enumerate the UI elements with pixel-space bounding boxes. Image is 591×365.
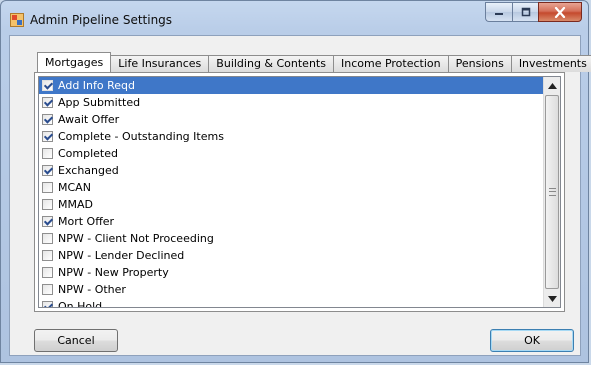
list-item[interactable]: NPW - Other: [39, 281, 545, 298]
item-checkbox[interactable]: [42, 233, 53, 244]
item-checkbox[interactable]: [42, 267, 53, 278]
list-item[interactable]: On Hold: [39, 298, 545, 308]
close-icon: [554, 6, 566, 18]
item-label: Completed: [58, 147, 118, 160]
list-item[interactable]: Await Offer: [39, 111, 545, 128]
pipeline-status-checklist[interactable]: Add Info Reqd App Submitted Await Offer Com…: [38, 76, 561, 308]
cancel-button[interactable]: Cancel: [34, 329, 118, 352]
tab-investments[interactable]: Investments: [510, 55, 591, 72]
tab-building-contents[interactable]: Building & Contents: [208, 55, 334, 72]
item-label: App Submitted: [58, 96, 141, 109]
list-item[interactable]: MMAD: [39, 196, 545, 213]
scroll-thumb-grip-icon: [548, 188, 556, 196]
scroll-up-button[interactable]: [545, 77, 560, 94]
item-checkbox[interactable]: [42, 80, 53, 91]
vertical-scrollbar[interactable]: [543, 77, 560, 307]
tab-income-protection[interactable]: Income Protection: [332, 55, 449, 72]
list-item[interactable]: NPW - Client Not Proceeding: [39, 230, 545, 247]
dialog-client-area: Mortgages Life Insurances Building & Con…: [9, 35, 591, 356]
list-item[interactable]: Completed: [39, 145, 545, 162]
list-item[interactable]: NPW - New Property: [39, 264, 545, 281]
item-checkbox[interactable]: [42, 216, 53, 227]
item-checkbox[interactable]: [42, 165, 53, 176]
minimize-icon: [495, 13, 503, 15]
list-item[interactable]: MCAN: [39, 179, 545, 196]
item-label: Complete - Outstanding Items: [58, 130, 224, 143]
item-checkbox[interactable]: [42, 148, 53, 159]
maximize-icon: [521, 7, 530, 17]
tab-strip: Mortgages Life Insurances Building & Con…: [37, 52, 591, 72]
item-label: NPW - Client Not Proceeding: [58, 232, 214, 245]
close-button[interactable]: [538, 2, 582, 22]
ok-button[interactable]: OK: [490, 329, 574, 352]
tab-mortgages[interactable]: Mortgages: [37, 52, 112, 72]
dialog-window: Admin Pipeline Settings Mortgages Life I…: [0, 0, 591, 363]
list-item[interactable]: App Submitted: [39, 94, 545, 111]
item-label: NPW - Lender Declined: [58, 249, 185, 262]
tab-panel-mortgages: Add Info Reqd App Submitted Await Offer Com…: [34, 72, 565, 312]
item-label: On Hold: [58, 300, 103, 308]
list-item[interactable]: Exchanged: [39, 162, 545, 179]
tab-pensions[interactable]: Pensions: [447, 55, 512, 72]
item-checkbox[interactable]: [42, 250, 53, 261]
tab-life-insurances[interactable]: Life Insurances: [110, 55, 210, 72]
item-label: MMAD: [58, 198, 93, 211]
list-item[interactable]: Mort Offer: [39, 213, 545, 230]
checklist-items: Add Info Reqd App Submitted Await Offer Com…: [39, 77, 545, 308]
item-checkbox[interactable]: [42, 97, 53, 108]
scroll-down-button[interactable]: [545, 290, 560, 307]
item-checkbox[interactable]: [42, 199, 53, 210]
item-checkbox[interactable]: [42, 301, 53, 307]
window-title: Admin Pipeline Settings: [30, 13, 173, 27]
item-label: NPW - New Property: [58, 266, 169, 279]
list-item[interactable]: Complete - Outstanding Items: [39, 128, 545, 145]
list-item[interactable]: Add Info Reqd: [39, 77, 545, 94]
app-window-icon: [10, 13, 24, 27]
item-label: NPW - Other: [58, 283, 126, 296]
caption-buttons: [485, 2, 582, 22]
item-checkbox[interactable]: [42, 284, 53, 295]
maximize-button[interactable]: [512, 2, 538, 22]
item-checkbox[interactable]: [42, 182, 53, 193]
item-label: MCAN: [58, 181, 91, 194]
minimize-button[interactable]: [485, 2, 512, 22]
item-label: Mort Offer: [58, 215, 115, 228]
scroll-thumb[interactable]: [545, 95, 559, 289]
title-bar[interactable]: Admin Pipeline Settings: [1, 1, 588, 35]
list-item[interactable]: NPW - Lender Declined: [39, 247, 545, 264]
scroll-up-arrow-icon: [548, 82, 557, 89]
item-label: Exchanged: [58, 164, 119, 177]
item-checkbox[interactable]: [42, 131, 53, 142]
scroll-down-arrow-icon: [548, 295, 557, 302]
item-checkbox[interactable]: [42, 114, 53, 125]
item-label: Add Info Reqd: [58, 79, 135, 92]
item-label: Await Offer: [58, 113, 120, 126]
